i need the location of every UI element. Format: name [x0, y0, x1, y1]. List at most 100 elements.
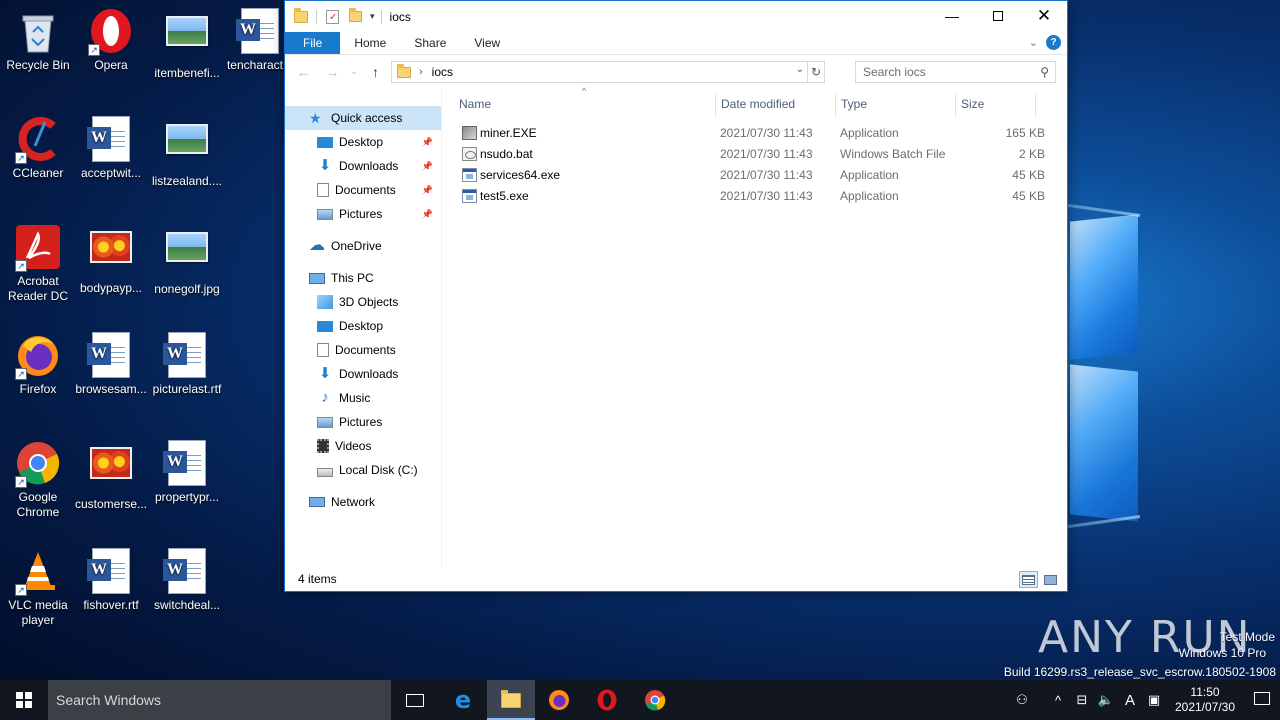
clock[interactable]: 11:50 2021/07/30 [1166, 685, 1244, 715]
tab-share[interactable]: Share [400, 32, 460, 54]
pin-icon[interactable]: 📌 [422, 185, 433, 196]
sidebar-item-documents[interactable]: Documents 📌 [285, 178, 441, 202]
address-bar[interactable]: › iocs ⌄ ↻ [391, 61, 825, 83]
properties-icon[interactable]: ✓ [326, 9, 339, 24]
desktop-icon-acrobat[interactable]: ↗ Acrobat Reader DC [0, 224, 76, 304]
large-icons-view-button[interactable] [1041, 571, 1060, 588]
pin-icon[interactable]: 📌 [422, 209, 433, 220]
desktop-icon-ccleaner[interactable]: ↗ CCleaner [0, 116, 76, 181]
sidebar-item-desktop[interactable]: Desktop 📌 [285, 130, 441, 154]
desktop-icon-vlc[interactable]: ↗ VLC media player [0, 548, 76, 628]
sidebar-item-this-pc[interactable]: This PC [285, 266, 441, 290]
customize-quick-access-icon[interactable]: ▾ [370, 11, 375, 22]
notification-icon[interactable] [1244, 692, 1280, 708]
up-button[interactable]: ↑ [361, 64, 390, 80]
table-row[interactable]: test5.exe 2021/07/30 11:43 Application 4… [458, 185, 1045, 206]
desktop-icon-chrome[interactable]: ↗ Google Chrome [0, 440, 76, 520]
volume-icon[interactable]: 🔈 [1094, 692, 1118, 708]
file-type: Application [840, 189, 899, 203]
ime-indicator[interactable]: A [1118, 692, 1142, 709]
file-date: 2021/07/30 11:43 [720, 126, 813, 140]
sidebar-item-pc-downloads[interactable]: ⬇ Downloads [285, 362, 441, 386]
forward-button[interactable]: → [318, 64, 347, 80]
taskbar-opera[interactable] [583, 680, 631, 720]
sidebar-item-videos[interactable]: Videos [285, 434, 441, 458]
sidebar-item-downloads[interactable]: ⬇ Downloads 📌 [285, 154, 441, 178]
sidebar-item-music[interactable]: ♪ Music [285, 386, 441, 410]
file-explorer-window[interactable]: ✓ ▾ iocs — ✕ File Home Share View ⌄ ? ← … [284, 0, 1068, 592]
desktop-icon-opera[interactable]: ↗ Opera [73, 8, 149, 73]
recent-locations-icon[interactable]: ⌄ [347, 66, 361, 77]
desktop-icon-listzealand[interactable]: listzealand.... [149, 116, 225, 189]
expand-ribbon-icon[interactable]: ⌄ [1029, 36, 1038, 49]
desktop-icon-itembenefi[interactable]: itembenefi... [149, 8, 225, 81]
network-icon[interactable]: ⊟ [1070, 692, 1094, 708]
sidebar-item-pc-documents[interactable]: Documents [285, 338, 441, 362]
desktop-icon-propertypr[interactable]: W propertypr... [149, 440, 225, 505]
sidebar-item-label: Pictures [339, 207, 383, 221]
desktop-icon-bodypayp[interactable]: bodypayp... [73, 224, 149, 296]
table-row[interactable]: miner.EXE 2021/07/30 11:43 Application 1… [458, 122, 1045, 143]
people-icon[interactable]: ⚇ [1010, 692, 1034, 708]
taskbar-search-box[interactable]: Search Windows [48, 680, 391, 720]
desktop-icon-acceptwit[interactable]: W acceptwit... [73, 116, 149, 181]
search-box[interactable]: ⚲ [855, 61, 1056, 83]
sidebar-item-onedrive[interactable]: ☁ OneDrive [285, 234, 441, 258]
desktop-icon-recycle-bin[interactable]: Recycle Bin [0, 8, 76, 73]
tab-file[interactable]: File [285, 32, 341, 54]
help-icon[interactable]: ? [1046, 35, 1061, 50]
clock-date: 2021/07/30 [1174, 700, 1236, 714]
address-path[interactable]: iocs [432, 65, 453, 79]
sidebar-item-local-disk[interactable]: Local Disk (C:) [285, 458, 441, 482]
sidebar-item-pictures[interactable]: Pictures 📌 [285, 202, 441, 226]
column-header-date[interactable]: Date modified [721, 97, 795, 111]
desktop-icon-nonegolf[interactable]: nonegolf.jpg [149, 224, 225, 297]
tab-view[interactable]: View [460, 32, 514, 54]
search-icon: ⚲ [1040, 65, 1049, 79]
sidebar-item-label: Documents [335, 343, 396, 357]
chevron-up-icon[interactable]: ^ [1046, 693, 1070, 708]
sidebar-item-pc-pictures[interactable]: Pictures [285, 410, 441, 434]
pin-icon[interactable]: 📌 [422, 161, 433, 172]
taskbar-edge[interactable]: e [439, 680, 487, 720]
column-header-size[interactable]: Size [961, 97, 984, 111]
documents-icon [317, 183, 329, 197]
desktop-icon-picturelast[interactable]: W picturelast.rtf [149, 332, 225, 397]
new-folder-icon[interactable] [349, 8, 362, 22]
back-button[interactable]: ← [289, 64, 318, 80]
cube-icon [317, 295, 333, 309]
sidebar-item-3d-objects[interactable]: 3D Objects [285, 290, 441, 314]
maximize-button[interactable] [975, 1, 1021, 31]
desktop-icon-label: Firefox [19, 382, 57, 396]
taskbar-firefox[interactable] [535, 680, 583, 720]
shortcut-arrow-icon: ↗ [15, 152, 27, 164]
taskbar-chrome[interactable] [631, 680, 679, 720]
chevron-down-icon[interactable]: ⌄ [796, 64, 804, 75]
search-input[interactable] [856, 65, 1026, 79]
minimize-button[interactable]: — [929, 1, 975, 31]
taskbar: Search Windows e ⚇ ^ ⊟ 🔈 A ▣ 11:50 2021/… [0, 680, 1280, 720]
column-header-name[interactable]: Name [459, 97, 491, 111]
tab-home[interactable]: Home [340, 32, 400, 54]
desktop-icon-browsesam[interactable]: W browsesam... [73, 332, 149, 397]
sidebar-item-pc-desktop[interactable]: Desktop [285, 314, 441, 338]
table-row[interactable]: nsudo.bat 2021/07/30 11:43 Windows Batch… [458, 143, 1045, 164]
desktop-icon-customerse[interactable]: customerse... [73, 440, 149, 512]
desktop-icon-fishover[interactable]: W fishover.rtf [73, 548, 149, 613]
sidebar-item-quick-access[interactable]: ★ Quick access [285, 106, 441, 130]
column-header-type[interactable]: Type [841, 97, 867, 111]
task-view-button[interactable] [391, 680, 439, 720]
table-row[interactable]: services64.exe 2021/07/30 11:43 Applicat… [458, 164, 1045, 185]
refresh-icon[interactable]: ↻ [807, 61, 825, 83]
sidebar-item-network[interactable]: Network [285, 490, 441, 514]
action-center-small-icon[interactable]: ▣ [1142, 692, 1166, 708]
shortcut-arrow-icon: ↗ [15, 476, 27, 488]
title-bar[interactable]: ✓ ▾ iocs — ✕ [285, 1, 1067, 32]
pin-icon[interactable]: 📌 [422, 137, 433, 148]
taskbar-file-explorer[interactable] [487, 680, 535, 720]
desktop-icon-switchdeal[interactable]: W switchdeal... [149, 548, 225, 613]
details-view-button[interactable] [1019, 571, 1038, 588]
close-button[interactable]: ✕ [1021, 1, 1067, 31]
desktop-icon-firefox[interactable]: ↗ Firefox [0, 332, 76, 397]
start-button[interactable] [0, 680, 48, 720]
